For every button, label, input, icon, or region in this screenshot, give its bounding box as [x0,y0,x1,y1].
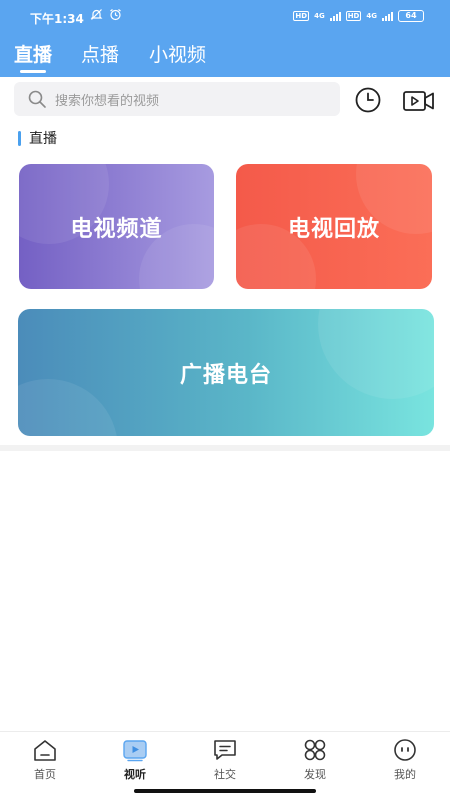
nav-profile[interactable]: 我的 [375,738,435,782]
radio-stations-card[interactable]: 广播电台 [18,309,434,436]
smiley-icon [394,739,416,761]
network-type-label: 4G [314,11,325,20]
nav-home[interactable]: 首页 [15,738,75,782]
clock-icon[interactable] [354,86,382,114]
status-notification-icons [90,8,122,21]
hd-badge: HD [293,11,310,21]
tab-short-video[interactable]: 小视频 [149,40,206,67]
video-camera-icon[interactable] [402,88,436,114]
tab-on-demand[interactable]: 点播 [81,40,119,67]
app-header: 下午1:34 HD 4G HD 4G 64 直播 点播 小视频 [0,0,450,77]
radio-stations-label: 广播电台 [179,362,272,388]
section-title: 直播 [29,131,57,147]
play-icon [123,740,147,762]
status-time: 下午1:34 [30,12,84,26]
signal-icon [329,11,341,21]
tv-channels-card[interactable]: 电视频道 [19,164,214,289]
home-indicator[interactable] [134,789,316,793]
nav-discover-label: 发现 [304,768,326,781]
home-icon [34,740,56,761]
status-system-icons: HD 4G HD 4G 64 [293,10,424,22]
search-input[interactable]: 搜索你想看的视频 [14,82,340,116]
section-header: 直播 [18,128,57,148]
alarm-clock-icon [110,9,121,21]
tv-replay-label: 电视回放 [287,216,380,242]
section-accent-bar [18,130,21,146]
search-icon [28,90,46,108]
tab-live[interactable]: 直播 [14,40,52,67]
mute-bell-icon [90,9,103,20]
nav-social[interactable]: 社交 [195,738,255,782]
active-tab-indicator [20,70,46,73]
signal-icon-2 [382,11,393,21]
grid-icon [304,739,326,761]
search-row: 搜索你想看的视频 [0,82,450,118]
status-bar: 下午1:34 HD 4G HD 4G 64 [0,0,450,34]
nav-home-label: 首页 [34,768,56,781]
network-type-label-2: 4G [366,11,377,20]
nav-discover[interactable]: 发现 [285,738,345,782]
nav-profile-label: 我的 [394,768,416,781]
top-tab-bar: 直播 点播 小视频 [0,36,450,77]
nav-social-label: 社交 [214,768,236,781]
tv-channels-label: 电视频道 [70,216,163,242]
battery-icon: 64 [398,10,424,22]
search-placeholder: 搜索你想看的视频 [55,93,160,109]
nav-media[interactable]: 视听 [105,738,165,782]
chat-icon [214,740,236,760]
tv-replay-card[interactable]: 电视回放 [236,164,432,289]
section-divider [0,445,450,451]
nav-media-label: 视听 [124,768,146,781]
hd-badge-2: HD [345,11,362,21]
